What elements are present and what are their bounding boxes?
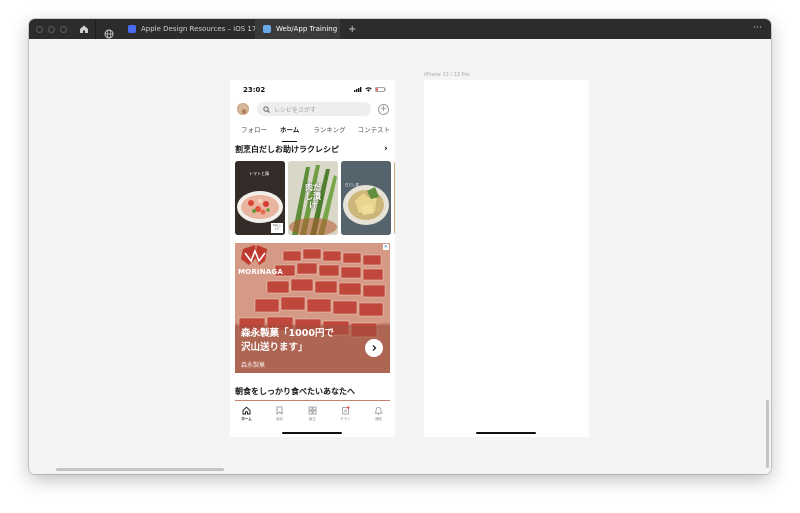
top-nav-tabs: フォロー ホーム ランキング コンテスト bbox=[230, 124, 395, 142]
recipe-card[interactable]: 肉だし漬け bbox=[288, 161, 338, 235]
tab-ranking[interactable]: ランキング bbox=[313, 124, 345, 138]
home-indicator bbox=[476, 432, 536, 434]
tab-label: Apple Design Resources – iOS 17 and iPad bbox=[141, 25, 255, 33]
ad-brand-logo: MORINAGA bbox=[238, 268, 283, 276]
home-indicator bbox=[282, 432, 342, 434]
tab-apple-design-resources[interactable]: Apple Design Resources – iOS 17 and iPad bbox=[120, 19, 255, 39]
tab-web-app-training[interactable]: Web/App Training × bbox=[255, 19, 340, 39]
bottom-tab-label: 通知 bbox=[375, 417, 382, 421]
ad-banner[interactable]: MORINAGA 森永製菓「1000円で 沢山送ります」 森永製菓 ✕ bbox=[235, 243, 390, 373]
bookmark-icon bbox=[276, 406, 283, 415]
ad-close-icon[interactable]: ✕ bbox=[382, 244, 389, 250]
tab-divider bbox=[95, 19, 96, 39]
tab-contest[interactable]: コンテスト bbox=[358, 124, 391, 138]
card-caption: 白だし煮 bbox=[345, 183, 359, 187]
section-title-breakfast: 朝食をしっかり食べたいあなたへ bbox=[235, 387, 355, 396]
avatar[interactable] bbox=[237, 103, 249, 115]
ad-headline-line2: 沢山送ります」 bbox=[241, 342, 308, 353]
maximize-window-button[interactable] bbox=[60, 25, 67, 33]
ad-arrow-button[interactable] bbox=[365, 339, 383, 357]
globe-icon[interactable] bbox=[104, 24, 114, 39]
bottom-tab-label: 献立 bbox=[309, 417, 316, 421]
browser-window: Apple Design Resources – iOS 17 and iPad… bbox=[29, 19, 771, 474]
bottom-tab-flyer[interactable]: チラシ bbox=[331, 403, 361, 427]
ad-headline-line1: 森永製菓「1000円で bbox=[241, 328, 334, 339]
bottom-tab-label: ホーム bbox=[241, 417, 252, 421]
search-input[interactable]: レシピをさがす bbox=[257, 102, 371, 116]
horizontal-scrollbar[interactable] bbox=[56, 468, 224, 471]
tab-label: Web/App Training bbox=[276, 25, 338, 33]
battery-icon bbox=[375, 87, 386, 92]
window-controls bbox=[36, 25, 67, 33]
status-bar: 23:02 bbox=[230, 80, 395, 100]
section-title-recipes: 割烹白だしお助けラクレシピ bbox=[235, 145, 339, 154]
bottom-tab-label: 保存 bbox=[276, 417, 283, 421]
phone-frame-empty[interactable] bbox=[424, 80, 589, 437]
phone-frame-home[interactable]: 23:02 レシピをさがす + フォロー ホーム ランキング コンテスト 割烹白… bbox=[230, 80, 395, 437]
home-icon bbox=[242, 406, 251, 415]
bottom-tab-menu[interactable]: 献立 bbox=[298, 403, 328, 427]
design-canvas[interactable]: iPhone 13 / 13 Pro 23:02 レシピをさがす + フォロー … bbox=[29, 39, 771, 474]
signal-icon bbox=[354, 87, 362, 92]
ad-headline: 森永製菓「1000円で 沢山送ります」 bbox=[241, 327, 361, 355]
grid-icon bbox=[308, 406, 317, 415]
section-divider bbox=[235, 400, 390, 401]
browser-titlebar: Apple Design Resources – iOS 17 and iPad… bbox=[29, 19, 771, 39]
frame-label[interactable]: iPhone 13 / 13 Pro bbox=[424, 72, 470, 78]
card-badge: 10分 レシピ bbox=[272, 224, 282, 230]
recipe-card-row: トマトと鶏 10分 レシピ 肉だし漬け 白だし煮 bbox=[235, 161, 395, 235]
search-placeholder: レシピをさがす bbox=[274, 106, 317, 114]
card-title: 肉だし漬け bbox=[305, 183, 321, 210]
close-window-button[interactable] bbox=[36, 25, 43, 33]
card-caption: トマトと鶏 bbox=[249, 171, 269, 176]
status-time: 23:02 bbox=[243, 86, 266, 94]
recipe-card[interactable]: トマトと鶏 10分 レシピ bbox=[235, 161, 285, 235]
bottom-tab-saved[interactable]: 保存 bbox=[265, 403, 295, 427]
bottom-tab-label: チラシ bbox=[340, 417, 351, 421]
recipe-card-partial[interactable] bbox=[394, 161, 395, 235]
new-tab-button[interactable]: + bbox=[348, 24, 356, 35]
vertical-scrollbar[interactable] bbox=[766, 400, 769, 468]
flyer-icon bbox=[342, 406, 350, 415]
bottom-tab-bar: ホーム 保存 献立 チラシ 通知 bbox=[230, 403, 395, 427]
bell-icon bbox=[374, 407, 383, 415]
wifi-icon bbox=[365, 87, 372, 92]
bottom-tab-notifications[interactable]: 通知 bbox=[364, 403, 394, 427]
recipe-card[interactable]: 白だし煮 bbox=[341, 161, 391, 235]
add-button[interactable]: + bbox=[378, 104, 389, 115]
figma-file-icon bbox=[128, 25, 136, 33]
home-icon[interactable] bbox=[79, 24, 89, 34]
tab-home[interactable]: ホーム bbox=[280, 124, 299, 142]
search-icon bbox=[263, 105, 270, 113]
minimize-window-button[interactable] bbox=[48, 25, 55, 33]
bottom-tab-home[interactable]: ホーム bbox=[232, 403, 262, 427]
figma-file-icon bbox=[263, 25, 271, 33]
tab-follow[interactable]: フォロー bbox=[241, 124, 267, 138]
chevron-right-icon[interactable]: › bbox=[384, 144, 388, 154]
status-icons bbox=[354, 87, 386, 92]
ad-sponsor: 森永製菓 bbox=[241, 362, 266, 369]
search-row: レシピをさがす + bbox=[230, 101, 395, 119]
more-options-button[interactable]: ··· bbox=[753, 23, 762, 33]
chevron-right-icon bbox=[372, 345, 377, 351]
